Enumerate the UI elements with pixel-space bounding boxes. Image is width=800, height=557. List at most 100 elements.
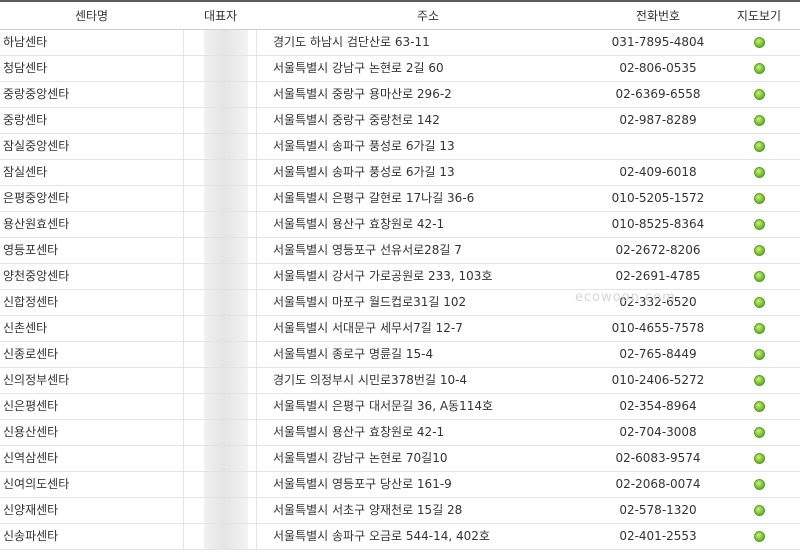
center-name: 신역삼센타	[3, 451, 59, 465]
representative-cell	[183, 212, 257, 237]
representative-cell	[183, 82, 257, 107]
map-marker-green-icon[interactable]	[753, 323, 765, 334]
table-row: 신종로센타 서울특별시 종로구 명륜길 15-4 02-765-8449	[0, 342, 800, 368]
table-row: 신합정센타 서울특별시 마포구 월드컵로31길 102 02-332-6520	[0, 290, 800, 316]
map-marker-green-icon[interactable]	[753, 37, 765, 48]
center-phone	[598, 134, 718, 159]
representative-cell	[183, 290, 257, 315]
map-button[interactable]	[718, 56, 800, 81]
center-phone: 02-409-6018	[619, 165, 697, 179]
header-phone: 전화번호	[635, 9, 681, 23]
map-marker-green-icon[interactable]	[753, 245, 765, 256]
center-address: 서울특별시 강남구 논현로 70길10	[273, 451, 448, 465]
center-name: 신종로센타	[3, 347, 59, 361]
map-marker-green-icon[interactable]	[753, 427, 765, 438]
map-button[interactable]	[718, 446, 800, 471]
center-phone: 02-704-3008	[619, 425, 697, 439]
map-button[interactable]	[718, 290, 800, 315]
center-address: 서울특별시 은평구 갈현로 17나길 36-6	[273, 191, 475, 205]
map-marker-green-icon[interactable]	[753, 193, 765, 204]
center-name: 신합정센타	[3, 295, 59, 309]
map-button[interactable]	[718, 368, 800, 393]
representative-cell	[183, 394, 257, 419]
center-table: 센타명 대표자 주소 전화번호 지도보기 하남센타 경기도 하남시 검단산로 63…	[0, 0, 800, 557]
map-marker-green-icon[interactable]	[753, 297, 765, 308]
redacted-representative	[204, 498, 248, 523]
center-phone: 010-5205-1572	[611, 191, 705, 205]
table-row: 영등포센타 서울특별시 영등포구 선유서로28길 7 02-2672-8206	[0, 238, 800, 264]
redacted-representative	[204, 186, 248, 211]
representative-cell	[183, 420, 257, 445]
map-marker-green-icon[interactable]	[753, 271, 765, 282]
map-button[interactable]	[718, 498, 800, 523]
table-row: 신의정부센타 경기도 의정부시 시민로378번길 10-4 010-2406-527…	[0, 368, 800, 394]
map-button[interactable]	[718, 134, 800, 159]
representative-cell	[183, 160, 257, 185]
map-marker-green-icon[interactable]	[753, 167, 765, 178]
center-address: 서울특별시 중랑구 용마산로 296-2	[273, 87, 452, 101]
representative-cell	[183, 446, 257, 471]
center-name: 신용산센타	[3, 425, 59, 439]
map-button[interactable]	[718, 238, 800, 263]
representative-cell	[183, 30, 257, 55]
map-button[interactable]	[718, 212, 800, 237]
representative-cell	[183, 368, 257, 393]
map-marker-green-icon[interactable]	[753, 141, 765, 152]
center-phone: 010-2406-5272	[611, 373, 705, 387]
map-marker-green-icon[interactable]	[753, 375, 765, 386]
center-name: 신송파센타	[3, 529, 59, 543]
redacted-representative	[204, 446, 248, 471]
table-row: 신여의도센타 서울특별시 영등포구 당산로 161-9 02-2068-0074	[0, 472, 800, 498]
map-marker-green-icon[interactable]	[753, 349, 765, 360]
table-row: 신용산센타 서울특별시 용산구 효창원로 42-1 02-704-3008	[0, 420, 800, 446]
map-marker-green-icon[interactable]	[753, 453, 765, 464]
redacted-representative	[204, 160, 248, 185]
map-button[interactable]	[718, 160, 800, 185]
table-row: 하남센타 경기도 하남시 검단산로 63-11 031-7895-4804	[0, 30, 800, 56]
map-button[interactable]	[718, 524, 800, 549]
map-marker-green-icon[interactable]	[753, 531, 765, 542]
map-button[interactable]	[718, 30, 800, 55]
representative-cell	[183, 342, 257, 367]
map-button[interactable]	[718, 316, 800, 341]
table-row: 신촌센타 서울특별시 서대문구 세무서7길 12-7 010-4655-7578	[0, 316, 800, 342]
table-row: 중랑중앙센타 서울특별시 중랑구 용마산로 296-2 02-6369-6558	[0, 82, 800, 108]
map-button[interactable]	[718, 186, 800, 211]
map-marker-green-icon[interactable]	[753, 89, 765, 100]
map-marker-green-icon[interactable]	[753, 63, 765, 74]
representative-cell	[183, 498, 257, 523]
map-marker-green-icon[interactable]	[753, 505, 765, 516]
map-button[interactable]	[718, 342, 800, 367]
redacted-representative	[204, 316, 248, 341]
map-marker-green-icon[interactable]	[753, 401, 765, 412]
center-address: 서울특별시 송파구 풍성로 6가길 13	[273, 139, 455, 153]
representative-cell	[183, 316, 257, 341]
representative-cell	[183, 108, 257, 133]
center-address: 서울특별시 송파구 오금로 544-14, 402호	[273, 529, 490, 543]
center-phone: 02-401-2553	[619, 529, 697, 543]
center-name: 잠실중앙센타	[3, 139, 70, 153]
map-marker-green-icon[interactable]	[753, 479, 765, 490]
center-name: 중랑센타	[3, 113, 48, 127]
map-marker-green-icon[interactable]	[753, 219, 765, 230]
center-phone: 031-7895-4804	[611, 35, 705, 49]
map-button[interactable]	[718, 264, 800, 289]
map-button[interactable]	[718, 394, 800, 419]
redacted-representative	[204, 394, 248, 419]
table-row: 양천중앙센타 서울특별시 강서구 가로공원로 233, 103호 02-2691-4…	[0, 264, 800, 290]
center-phone: 02-6369-6558	[615, 87, 701, 101]
map-button[interactable]	[718, 82, 800, 107]
header-map: 지도보기	[736, 9, 782, 23]
map-button[interactable]	[718, 108, 800, 133]
center-address: 서울특별시 영등포구 당산로 161-9	[273, 477, 452, 491]
center-phone: 02-578-1320	[619, 503, 697, 517]
center-name: 영등포센타	[3, 243, 59, 257]
table-row: 신양재센타 서울특별시 서초구 양재천로 15길 28 02-578-1320	[0, 498, 800, 524]
table-row: 중랑센타 서울특별시 중랑구 중랑천로 142 02-987-8289	[0, 108, 800, 134]
map-marker-green-icon[interactable]	[753, 115, 765, 126]
map-button[interactable]	[718, 420, 800, 445]
center-address: 서울특별시 은평구 대서문길 36, A동114호	[273, 399, 494, 413]
map-button[interactable]	[718, 472, 800, 497]
center-phone: 02-2672-8206	[615, 243, 701, 257]
representative-cell	[183, 524, 257, 549]
